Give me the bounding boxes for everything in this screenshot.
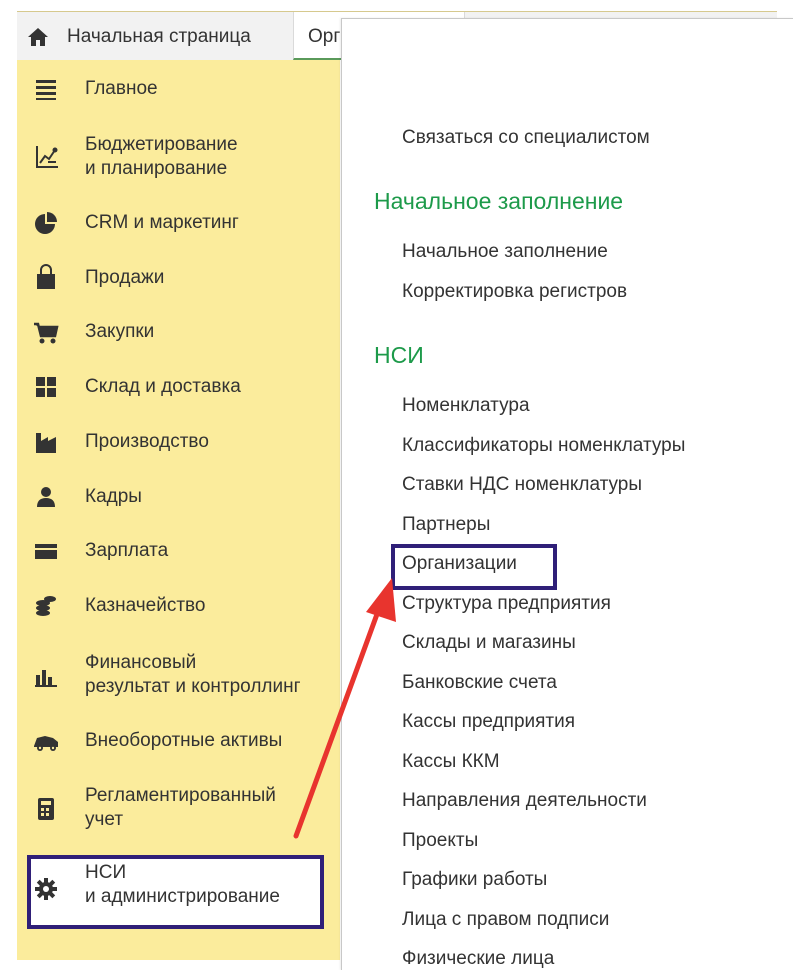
tab-home-label: Начальная страница: [67, 26, 251, 47]
menu-link-warehouses-stores[interactable]: Склады и магазины: [402, 632, 576, 654]
bar-chart-icon: [31, 661, 61, 691]
warehouse-grid-icon: [31, 372, 61, 402]
menu-link-organizations[interactable]: Организации: [402, 553, 517, 575]
sidebar-item-purchases[interactable]: Закупки: [17, 317, 340, 347]
sidebar-item-label: Бюджетирование и планирование: [85, 134, 238, 179]
sidebar-item-label: Склад и доставка: [85, 376, 241, 397]
tab-home[interactable]: Начальная страница: [17, 12, 289, 60]
menu-link-projects[interactable]: Проекты: [402, 830, 478, 852]
tab-organizations-label: Орг: [308, 26, 341, 47]
sidebar-item-warehouse[interactable]: Склад и доставка: [17, 372, 340, 402]
sidebar-item-sales[interactable]: Продажи: [17, 263, 340, 293]
menu-link-register-correction[interactable]: Корректировка регистров: [402, 281, 627, 303]
menu-link-bank-accounts[interactable]: Банковские счета: [402, 672, 557, 694]
menu-link-business-lines[interactable]: Направления деятельности: [402, 790, 647, 812]
sidebar-item-financial-result[interactable]: Финансовый результат и контроллинг: [17, 650, 340, 700]
menu-link-cash-desks[interactable]: Кассы предприятия: [402, 711, 575, 733]
menu-link-kkm-registers[interactable]: Кассы ККМ: [402, 751, 500, 773]
sidebar-item-label: Продажи: [85, 267, 165, 288]
menu-link-work-schedules[interactable]: Графики работы: [402, 869, 547, 891]
sidebar-item-label: Главное: [85, 78, 158, 99]
sidebar-item-label: Кадры: [85, 486, 142, 507]
sidebar-item-label: Казначейство: [85, 595, 206, 616]
sidebar-item-budgeting[interactable]: Бюджетирование и планирование: [17, 132, 340, 182]
menu-link-individuals[interactable]: Физические лица: [402, 948, 554, 970]
group-heading-initial-fill: Начальное заполнение: [374, 188, 624, 214]
contact-specialist-link[interactable]: Связаться со специалистом: [402, 127, 650, 149]
list-icon: [31, 74, 61, 104]
shopping-bag-icon: [31, 263, 61, 293]
gear-icon: [31, 874, 61, 904]
sidebar-item-nsi-admin[interactable]: НСИ и администрирование: [17, 860, 340, 920]
group-heading-nsi: НСИ: [374, 342, 424, 368]
sidebar-item-label: Производство: [85, 431, 209, 452]
sidebar-item-label: Зарплата: [85, 540, 169, 561]
menu-link-partners[interactable]: Партнеры: [402, 514, 490, 536]
menu-link-nomenclature-classifiers[interactable]: Классификаторы номенклатуры: [402, 435, 685, 457]
person-icon: [31, 482, 61, 512]
pie-chart-icon: [31, 208, 61, 238]
section-menu-panel: Связаться со специалистом Начальное запо…: [341, 18, 793, 970]
home-icon: [27, 27, 49, 47]
sidebar: Главное Бюджетирование и планирование CR…: [17, 60, 340, 960]
sidebar-item-hr[interactable]: Кадры: [17, 482, 340, 512]
calculator-icon: [31, 794, 61, 824]
cart-icon: [31, 317, 61, 347]
menu-link-initial-fill[interactable]: Начальное заполнение: [402, 241, 608, 263]
menu-link-vat-rates[interactable]: Ставки НДС номенклатуры: [402, 474, 642, 496]
sidebar-item-label: CRM и маркетинг: [85, 212, 239, 233]
menu-link-nomenclature[interactable]: Номенклатура: [402, 395, 530, 417]
budget-chart-icon: [31, 142, 61, 172]
menu-link-signatories[interactable]: Лица с правом подписи: [402, 909, 609, 931]
sidebar-item-label: Закупки: [85, 321, 155, 342]
sidebar-item-main[interactable]: Главное: [17, 74, 340, 104]
sidebar-item-production[interactable]: Производство: [17, 427, 340, 457]
sidebar-item-label: Финансовый результат и контроллинг: [85, 652, 301, 697]
sidebar-item-fixed-assets[interactable]: Внеоборотные активы: [17, 726, 340, 756]
sidebar-item-label: Внеоборотные активы: [85, 730, 283, 751]
coins-icon: [31, 591, 61, 621]
menu-link-enterprise-structure[interactable]: Структура предприятия: [402, 593, 611, 615]
sidebar-item-crm[interactable]: CRM и маркетинг: [17, 208, 340, 238]
sidebar-item-label: НСИ и администрирование: [85, 862, 280, 907]
car-icon: [31, 726, 61, 756]
sidebar-item-regulated-accounting[interactable]: Регламентированный учет: [17, 783, 340, 833]
factory-icon: [31, 427, 61, 457]
sidebar-item-treasury[interactable]: Казначейство: [17, 591, 340, 621]
wallet-icon: [31, 536, 61, 566]
sidebar-item-salary[interactable]: Зарплата: [17, 536, 340, 566]
sidebar-item-label: Регламентированный учет: [85, 785, 276, 830]
